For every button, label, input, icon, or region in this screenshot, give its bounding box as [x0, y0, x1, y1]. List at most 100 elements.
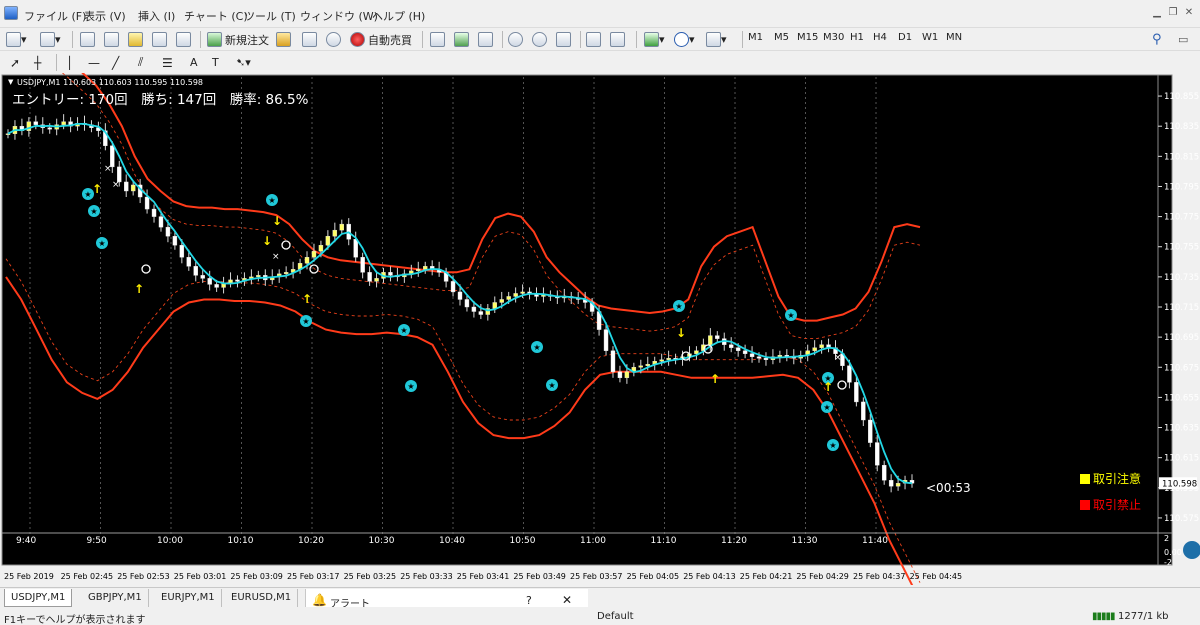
- new-order-icon: [207, 32, 222, 47]
- crosshair-icon[interactable]: ┼: [34, 53, 41, 72]
- auto-trading-icon: [350, 32, 365, 47]
- candle-body: [617, 371, 623, 379]
- timeframe-w1[interactable]: W1: [922, 32, 938, 43]
- candle-body: [423, 266, 428, 270]
- candlestick-button[interactable]: [454, 30, 469, 49]
- candle-body: [416, 269, 421, 272]
- signals-button[interactable]: [326, 30, 341, 49]
- market-watch-button[interactable]: [80, 30, 95, 49]
- periods-button[interactable]: ▾: [674, 30, 695, 49]
- metaeditor-button[interactable]: [276, 30, 291, 49]
- horizontal-line-icon[interactable]: —: [88, 53, 100, 72]
- new-chart-button[interactable]: ▾: [6, 30, 27, 49]
- tab-eurusd-m1[interactable]: EURUSD,M1: [225, 589, 299, 607]
- menu-file[interactable]: ファイル (F): [24, 8, 86, 24]
- timeframe-h1[interactable]: H1: [850, 32, 864, 43]
- sell-arrow: ↓: [676, 326, 686, 340]
- tab-eurjpy-m1[interactable]: EURJPY,M1: [155, 589, 222, 607]
- price-label: 110.635: [1164, 424, 1199, 434]
- zoom-out-button[interactable]: [532, 30, 547, 49]
- date-label: 25 Feb 04:29: [796, 572, 848, 581]
- equidistant-channel-icon[interactable]: ⫽: [138, 53, 143, 72]
- star-signal-glyph: ★: [675, 302, 682, 311]
- auto-trading-button[interactable]: 自動売買: [350, 30, 412, 49]
- menu-window[interactable]: ウィンドウ (W): [300, 8, 378, 24]
- time-label: 11:10: [651, 536, 677, 546]
- sell-arrow: ↓: [272, 214, 282, 228]
- profiles-button[interactable]: ▾: [40, 30, 61, 49]
- date-label: 25 Feb 04:45: [910, 572, 962, 581]
- indicators-button[interactable]: ▾: [644, 30, 665, 49]
- fibonacci-icon[interactable]: ☰: [162, 53, 173, 72]
- star-signal-glyph: ★: [90, 207, 97, 216]
- timeframe-m5[interactable]: M5: [774, 32, 789, 43]
- candle-body: [875, 442, 880, 466]
- tile-windows-button[interactable]: [556, 30, 571, 49]
- price-label: 110.755: [1164, 243, 1199, 253]
- clock-icon: [674, 32, 689, 47]
- menu-insert[interactable]: 挿入 (I): [138, 8, 175, 24]
- candle-body: [47, 127, 52, 130]
- tester-button[interactable]: [176, 30, 191, 49]
- terminal-button[interactable]: [152, 30, 167, 49]
- status-bar: F1キーでヘルプが表示されます Default ▮▮▮▮▮ 1277/1 kb: [0, 607, 1200, 625]
- search-icon[interactable]: ⚲: [1152, 30, 1162, 49]
- text-label-icon[interactable]: T: [212, 53, 219, 72]
- chart-tabs: USDJPY,M1 GBPJPY,M1 EURJPY,M1 EURUSD,M1: [0, 587, 1200, 607]
- vertical-line-icon[interactable]: │: [66, 53, 73, 72]
- time-label: 9:40: [16, 536, 36, 546]
- subwindow-label: 2: [1164, 534, 1169, 543]
- text-icon[interactable]: A: [190, 53, 198, 72]
- timeframe-h4[interactable]: H4: [873, 32, 887, 43]
- navigator-button[interactable]: [128, 30, 143, 49]
- zoom-in-button[interactable]: [508, 30, 523, 49]
- candle-body: [325, 235, 331, 246]
- buy-arrow: ↑: [710, 372, 720, 386]
- connection-status: 1277/1 kb: [1118, 611, 1169, 622]
- timeframe-m15[interactable]: M15: [797, 32, 818, 43]
- zoom-in-icon: [508, 32, 523, 47]
- tab-gbpjpy-m1[interactable]: GBPJPY,M1: [82, 589, 149, 607]
- cursor-icon[interactable]: ➚: [10, 53, 20, 72]
- bar-chart-button[interactable]: [430, 30, 445, 49]
- menu-help[interactable]: ヘルプ (H): [372, 8, 425, 24]
- close-button[interactable]: ✕: [1182, 7, 1196, 20]
- timeframe-m1[interactable]: M1: [748, 32, 763, 43]
- arrows-icon[interactable]: ➷▾: [236, 53, 251, 72]
- candle-body: [388, 272, 393, 276]
- help-icon[interactable]: ?: [526, 594, 532, 607]
- candle-body: [151, 208, 157, 217]
- market-watch-icon: [80, 32, 95, 47]
- timeframe-d1[interactable]: D1: [898, 32, 912, 43]
- data-window-button[interactable]: [104, 30, 119, 49]
- timeframe-m30[interactable]: M30: [823, 32, 844, 43]
- community-button[interactable]: [302, 30, 317, 49]
- star-signal-glyph: ★: [407, 382, 414, 391]
- help-hint: F1キーでヘルプが表示されます: [4, 615, 146, 625]
- trendline-icon[interactable]: ╱: [112, 53, 119, 72]
- signals-icon: [326, 32, 341, 47]
- restore-button[interactable]: ❐: [1166, 7, 1180, 20]
- chart-shift-button[interactable]: [610, 30, 625, 49]
- candle-body: [506, 296, 511, 300]
- candle-body: [200, 275, 205, 279]
- line-chart-button[interactable]: [478, 30, 493, 49]
- time-label: 9:50: [87, 536, 107, 546]
- menu-chart[interactable]: チャート (C): [184, 8, 248, 24]
- minimize-button[interactable]: ▁: [1150, 7, 1164, 20]
- menu-view[interactable]: 表示 (V): [84, 8, 126, 24]
- timeframe-mn[interactable]: MN: [946, 32, 962, 43]
- menu-tools[interactable]: ツール (T): [244, 8, 296, 24]
- new-order-button[interactable]: 新規注文: [207, 30, 269, 49]
- chat-icon[interactable]: ▭: [1178, 30, 1188, 49]
- templates-button[interactable]: ▾: [706, 30, 727, 49]
- tab-usdjpy-m1[interactable]: USDJPY,M1: [4, 589, 73, 607]
- auto-scroll-button[interactable]: [586, 30, 601, 49]
- candle-body: [228, 279, 233, 284]
- close-icon[interactable]: ✕: [562, 593, 572, 607]
- star-signal-glyph: ★: [302, 317, 309, 326]
- price-label: 110.835: [1164, 122, 1199, 132]
- chart-area[interactable]: ★★★★★★★★★★★★★★↑↑↑↑↑↓↓↓×××× 110.855110.83…: [0, 73, 1200, 585]
- candle-body: [332, 229, 338, 237]
- templates-icon: [706, 32, 721, 47]
